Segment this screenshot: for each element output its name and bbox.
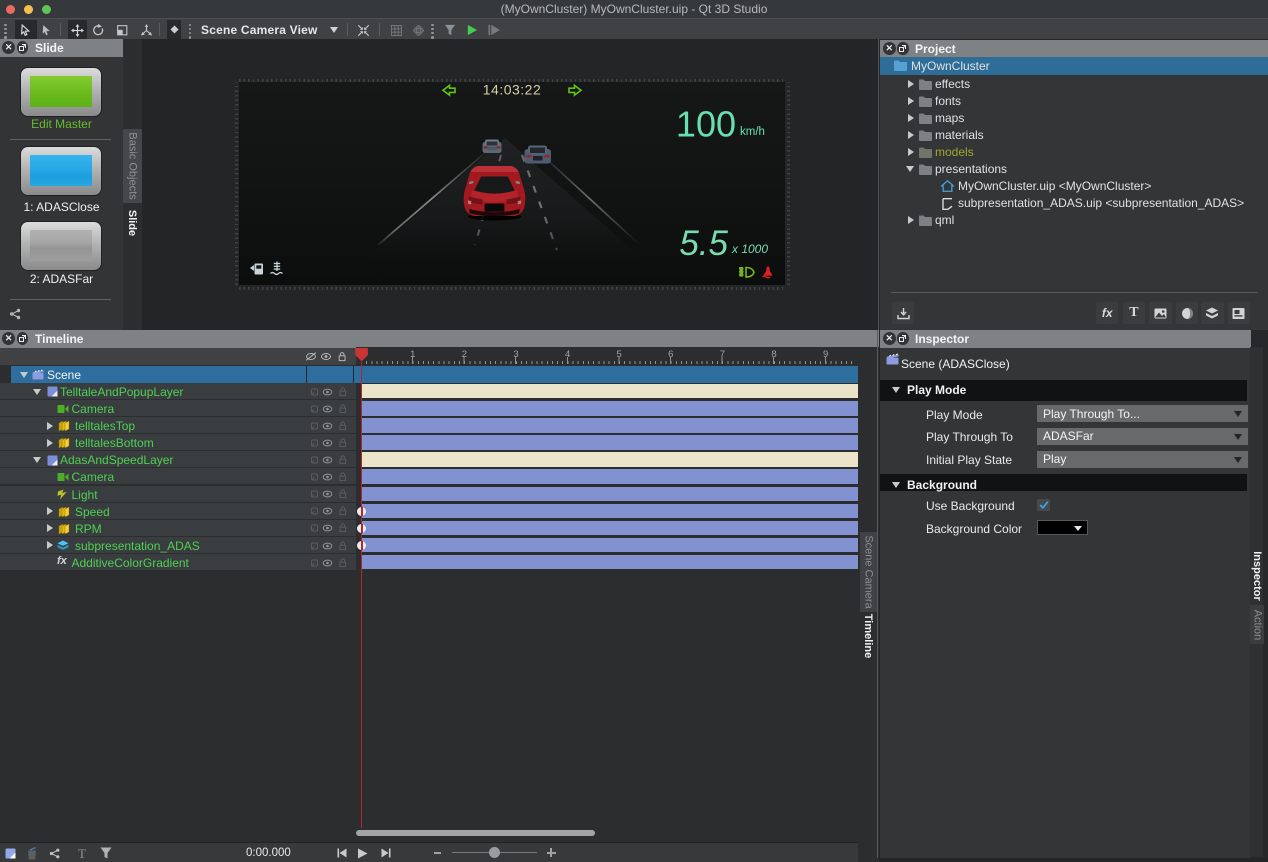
svg-text:km/h: km/h — [740, 126, 765, 138]
svg-text:5.5: 5.5 — [679, 224, 728, 263]
svg-text:100: 100 — [676, 104, 736, 145]
svg-text:x 1000: x 1000 — [731, 242, 768, 256]
svg-text:14:03:22: 14:03:22 — [483, 82, 542, 98]
